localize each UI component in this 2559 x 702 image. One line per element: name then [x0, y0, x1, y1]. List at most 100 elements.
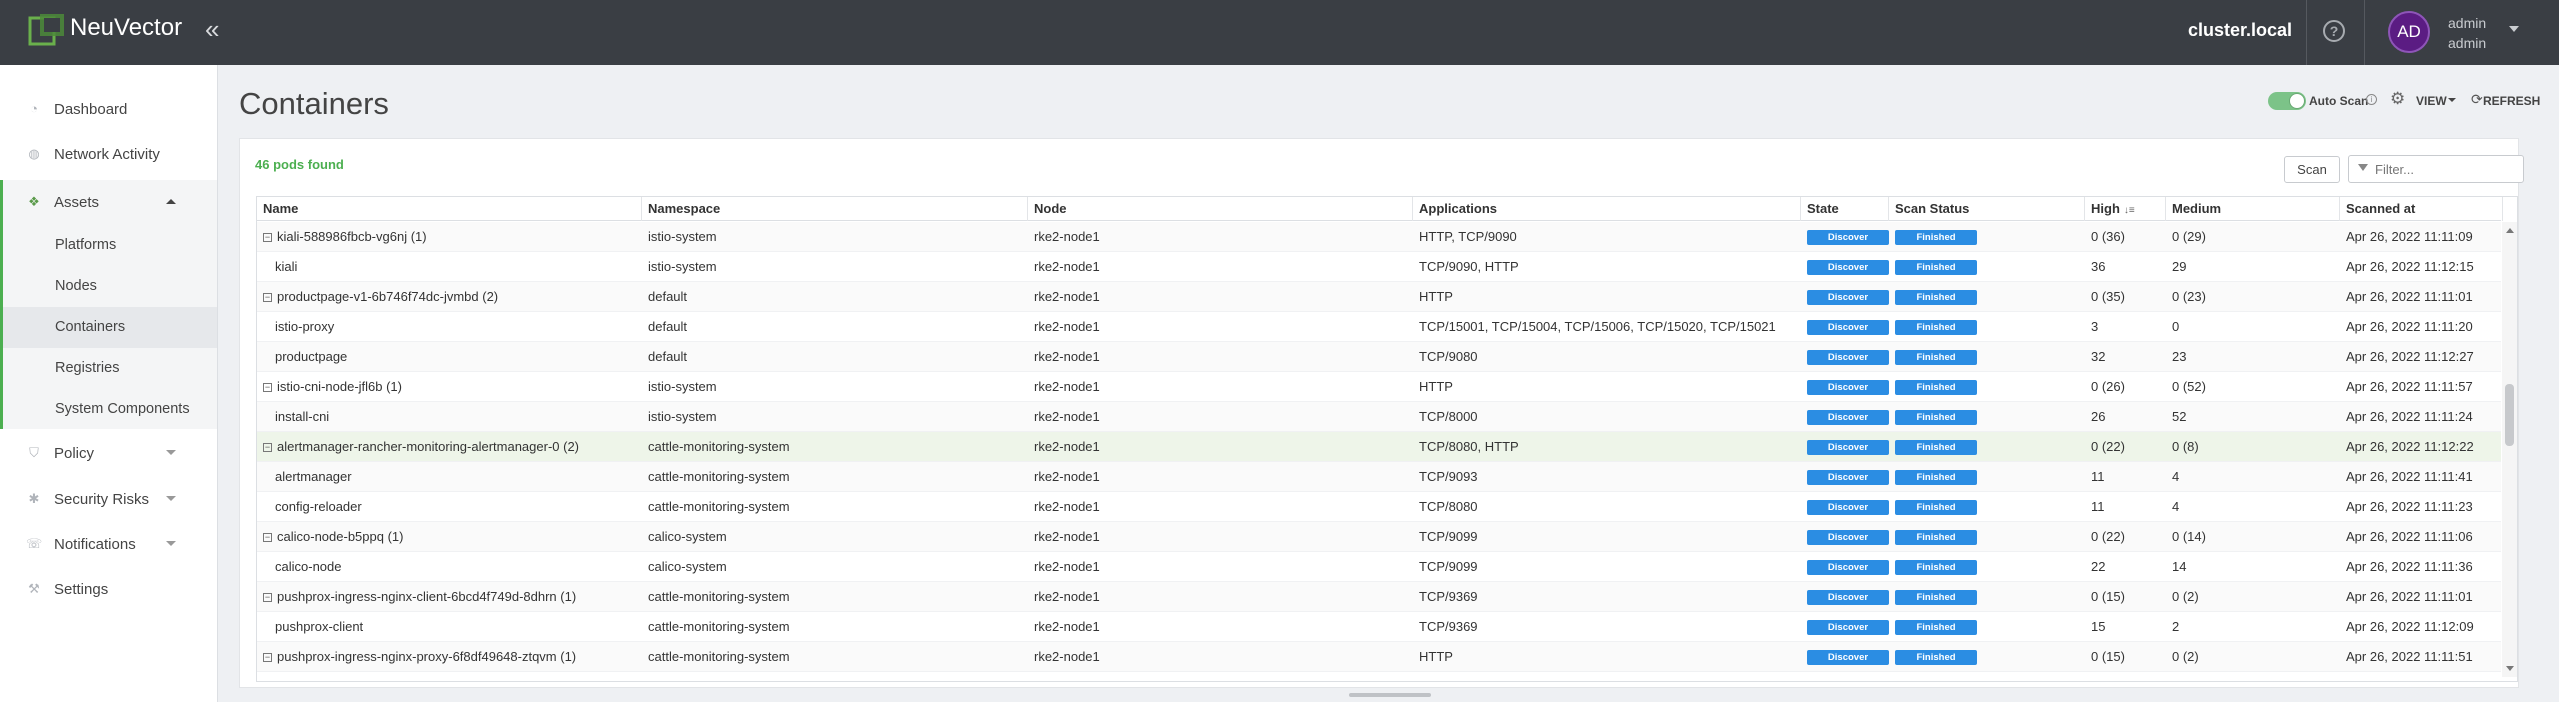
cell-high: 0 (15)	[2085, 642, 2166, 672]
state-badge[interactable]: Discover	[1807, 290, 1889, 306]
collapse-toggle-icon[interactable]: −	[263, 443, 272, 452]
gear-icon[interactable]: ⚙	[2390, 89, 2405, 109]
column-header-applications[interactable]: Applications	[1413, 197, 1801, 221]
cell-state: Discover	[1801, 312, 1889, 342]
collapse-toggle-icon[interactable]: −	[263, 653, 272, 662]
collapse-toggle-icon[interactable]: −	[263, 293, 272, 302]
container-row[interactable]: install-cni istio-system rke2-node1 TCP/800…	[257, 402, 2501, 432]
state-badge[interactable]: Discover	[1807, 260, 1889, 276]
container-row[interactable]: productpage default rke2-node1 TCP/9080 Disc…	[257, 342, 2501, 372]
sidebar-item-assets[interactable]: ❖ Assets	[0, 180, 217, 225]
pod-row[interactable]: − productpage-v1-6b746f74dc-jvmbd (2) defa…	[257, 282, 2501, 312]
state-badge[interactable]: Discover	[1807, 350, 1889, 366]
column-header-medium[interactable]: Medium	[2166, 197, 2340, 221]
cell-value: 11	[2091, 499, 2105, 514]
brand-name[interactable]: NeuVector	[70, 14, 182, 42]
wrench-icon: ⚒	[28, 581, 40, 596]
collapse-toggle-icon[interactable]: −	[263, 233, 272, 242]
sidebar-item-notifications[interactable]: ☏ Notifications	[0, 522, 217, 567]
column-header-scan-status[interactable]: Scan Status	[1889, 197, 2085, 221]
container-row[interactable]: alertmanager cattle-monitoring-system rke2…	[257, 462, 2501, 492]
state-badge[interactable]: Discover	[1807, 620, 1889, 636]
help-icon[interactable]: ?	[2323, 20, 2345, 42]
sidebar-item-registries[interactable]: Registries	[3, 348, 217, 389]
state-badge[interactable]: Discover	[1807, 530, 1889, 546]
column-header-state[interactable]: State	[1801, 197, 1889, 221]
column-header-name[interactable]: Name	[257, 197, 642, 221]
column-header-label: Scan Status	[1895, 201, 1970, 216]
cluster-name[interactable]: cluster.local	[2188, 20, 2292, 41]
scroll-down-icon[interactable]	[2506, 666, 2514, 671]
sidebar-item-dashboard[interactable]: ◔ Dashboard	[0, 87, 217, 132]
column-header-node[interactable]: Node	[1028, 197, 1413, 221]
pod-row[interactable]: − istio-cni-node-jfl6b (1) istio-system rke…	[257, 372, 2501, 402]
sidebar-item-system-components[interactable]: System Components	[3, 389, 217, 430]
container-row[interactable]: config-reloader cattle-monitoring-system r…	[257, 492, 2501, 522]
state-badge[interactable]: Discover	[1807, 560, 1889, 576]
state-badge[interactable]: Discover	[1807, 410, 1889, 426]
cell-medium: 0 (14)	[2166, 522, 2340, 552]
filter-field[interactable]	[2348, 155, 2524, 183]
state-badge[interactable]: Discover	[1807, 440, 1889, 456]
column-header-namespace[interactable]: Namespace	[642, 197, 1028, 221]
collapse-sidebar-icon[interactable]: «	[205, 14, 219, 45]
user-menu[interactable]: admin admin	[2448, 13, 2486, 53]
scroll-up-icon[interactable]	[2506, 228, 2514, 233]
pod-row[interactable]: − alertmanager-rancher-monitoring-alertma…	[257, 432, 2501, 462]
collapse-toggle-icon[interactable]: −	[263, 383, 272, 392]
cell-name: − alertmanager-rancher-monitoring-alertma…	[257, 432, 642, 462]
sidebar-item-nodes[interactable]: Nodes	[3, 266, 217, 307]
chevron-down-icon[interactable]	[2448, 98, 2456, 102]
refresh-icon[interactable]: ⟳	[2471, 91, 2483, 108]
filter-input[interactable]	[2375, 160, 2515, 178]
chevron-down-icon	[166, 496, 176, 501]
sidebar-item-security-risks[interactable]: ✱ Security Risks	[0, 477, 217, 522]
cell-applications: TCP/9093	[1413, 462, 1801, 492]
view-button[interactable]: VIEW	[2416, 94, 2447, 108]
sidebar-item-containers[interactable]: Containers	[3, 307, 217, 348]
container-row[interactable]: calico-node calico-system rke2-node1 TCP/90…	[257, 552, 2501, 582]
cell-value: 14	[2172, 559, 2187, 574]
cell-medium: 0	[2166, 312, 2340, 342]
pod-row[interactable]: − pushprox-ingress-nginx-client-6bcd4f749…	[257, 582, 2501, 612]
state-badge[interactable]: Discover	[1807, 470, 1889, 486]
horizontal-scrollbar[interactable]	[1349, 693, 1431, 697]
cell-value: config-reloader	[275, 499, 362, 514]
sidebar-item-network-activity[interactable]: ◍ Network Activity	[0, 132, 217, 177]
neuvector-logo-icon[interactable]	[28, 12, 68, 48]
cell-applications: TCP/9099	[1413, 522, 1801, 552]
pod-row[interactable]: − kiali-588986fbcb-vg6nj (1) istio-system r…	[257, 222, 2501, 252]
sidebar-item-policy[interactable]: ⛉ Policy	[0, 431, 217, 476]
cell-value: Apr 26, 2022 11:11:41	[2346, 469, 2473, 484]
collapse-toggle-icon[interactable]: −	[263, 593, 272, 602]
state-badge[interactable]: Discover	[1807, 380, 1889, 396]
pod-row[interactable]: − calico-node-b5ppq (1) calico-system rke2-…	[257, 522, 2501, 552]
collapse-toggle-icon[interactable]: −	[263, 533, 272, 542]
state-badge[interactable]: Discover	[1807, 230, 1889, 246]
scan-button[interactable]: Scan	[2284, 156, 2340, 183]
vertical-scrollbar[interactable]	[2502, 222, 2517, 677]
container-row[interactable]: istio-proxy default rke2-node1 TCP/15001, T…	[257, 312, 2501, 342]
auto-scan-toggle[interactable]	[2268, 92, 2306, 110]
state-badge[interactable]: Discover	[1807, 500, 1889, 516]
column-header-scanned-at[interactable]: Scanned at	[2340, 197, 2503, 221]
sidebar-item-platforms[interactable]: Platforms	[3, 225, 217, 266]
refresh-button[interactable]: REFRESH	[2483, 94, 2540, 108]
scroll-thumb[interactable]	[2505, 384, 2514, 446]
chevron-down-icon[interactable]	[2509, 26, 2519, 32]
info-icon[interactable]: i	[2366, 94, 2377, 105]
state-badge[interactable]: Discover	[1807, 650, 1889, 666]
avatar[interactable]: AD	[2388, 11, 2430, 53]
pod-row[interactable]: − pushprox-ingress-nginx-proxy-6f8df49648…	[257, 642, 2501, 672]
sort-descending-icon[interactable]: ↓≡	[2124, 199, 2135, 223]
container-row[interactable]: pushprox-client cattle-monitoring-system r…	[257, 612, 2501, 642]
cell-node: rke2-node1	[1028, 582, 1413, 612]
container-row[interactable]: kiali istio-system rke2-node1 TCP/9090, HTT…	[257, 252, 2501, 282]
table-body[interactable]: − kiali-588986fbcb-vg6nj (1) istio-system r…	[257, 222, 2501, 674]
state-badge[interactable]: Discover	[1807, 590, 1889, 606]
bug-icon: ✱	[28, 491, 40, 506]
column-header-high[interactable]: High ↓≡	[2085, 197, 2166, 221]
sidebar-item-settings[interactable]: ⚒ Settings	[0, 567, 217, 612]
cell-scan-status: Finished	[1889, 402, 2085, 432]
state-badge[interactable]: Discover	[1807, 320, 1889, 336]
